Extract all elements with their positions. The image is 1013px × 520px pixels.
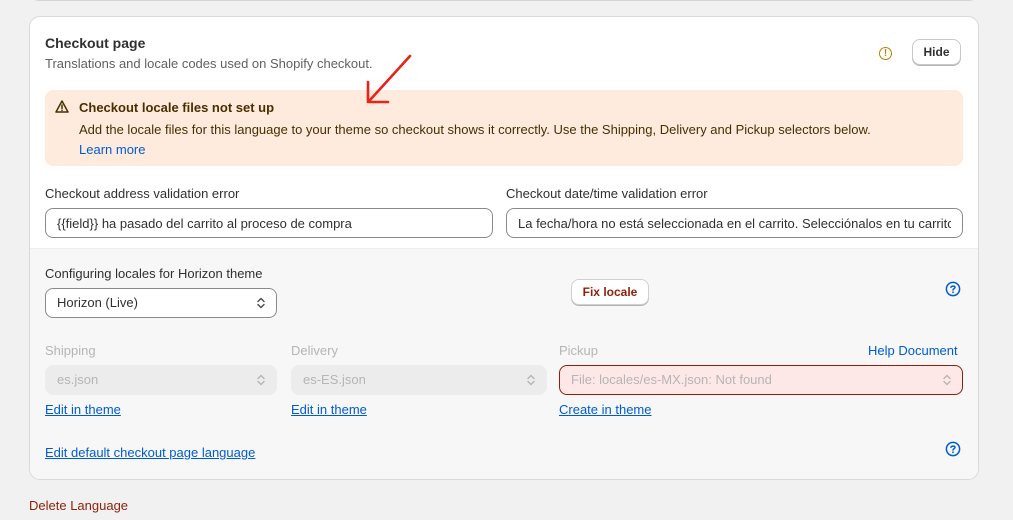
datetime-error-input[interactable] [506,208,963,238]
card-subtitle: Translations and locale codes used on Sh… [45,56,373,71]
select-chevron-icon [257,297,265,309]
help-circle-icon[interactable] [945,281,961,297]
pickup-create-link[interactable]: Create in theme [559,402,652,417]
previous-card-bottom [29,0,979,1]
pickup-label: Pickup [559,343,599,358]
card-title: Checkout page [45,35,146,51]
checkout-page-card: Checkout page Translations and locale co… [29,16,979,480]
theme-select[interactable]: Horizon (Live) [45,288,277,318]
config-locales-label: Configuring locales for Horizon theme [45,266,263,281]
banner-text: Add the locale files for this language t… [79,122,871,137]
theme-select-value: Horizon (Live) [57,295,138,310]
delete-language-link[interactable]: Delete Language [29,498,128,513]
pickup-select-value: File: locales/es-MX.json: Not found [571,372,772,387]
address-error-input[interactable] [45,208,493,238]
delivery-edit-link[interactable]: Edit in theme [291,402,367,417]
help-document-link[interactable]: Help Document [868,343,958,358]
help-circle-icon[interactable] [945,441,961,457]
delivery-label: Delivery [291,343,338,358]
annotation-arrow-icon [366,54,412,104]
learn-more-link[interactable]: Learn more [79,142,145,157]
delivery-select-value: es-ES.json [303,372,366,387]
warning-triangle-icon [55,100,69,116]
shipping-select: es.json [45,365,277,395]
edit-default-language-link[interactable]: Edit default checkout page language [45,445,255,460]
banner-title: Checkout locale files not set up [79,100,275,115]
pickup-select[interactable]: File: locales/es-MX.json: Not found [559,365,963,395]
alert-circle-icon: ! [879,47,892,60]
warning-banner: Checkout locale files not set up Add the… [45,90,963,166]
shipping-select-value: es.json [57,372,99,387]
hide-button[interactable]: Hide [912,39,961,65]
address-error-label: Checkout address validation error [45,186,240,201]
shipping-label: Shipping [45,343,96,358]
shipping-edit-link[interactable]: Edit in theme [45,402,121,417]
select-chevron-icon [943,374,951,386]
datetime-error-label: Checkout date/time validation error [506,186,708,201]
fix-locale-button[interactable]: Fix locale [571,279,649,305]
select-chevron-icon [257,374,265,386]
delivery-select: es-ES.json [291,365,547,395]
select-chevron-icon [527,374,535,386]
